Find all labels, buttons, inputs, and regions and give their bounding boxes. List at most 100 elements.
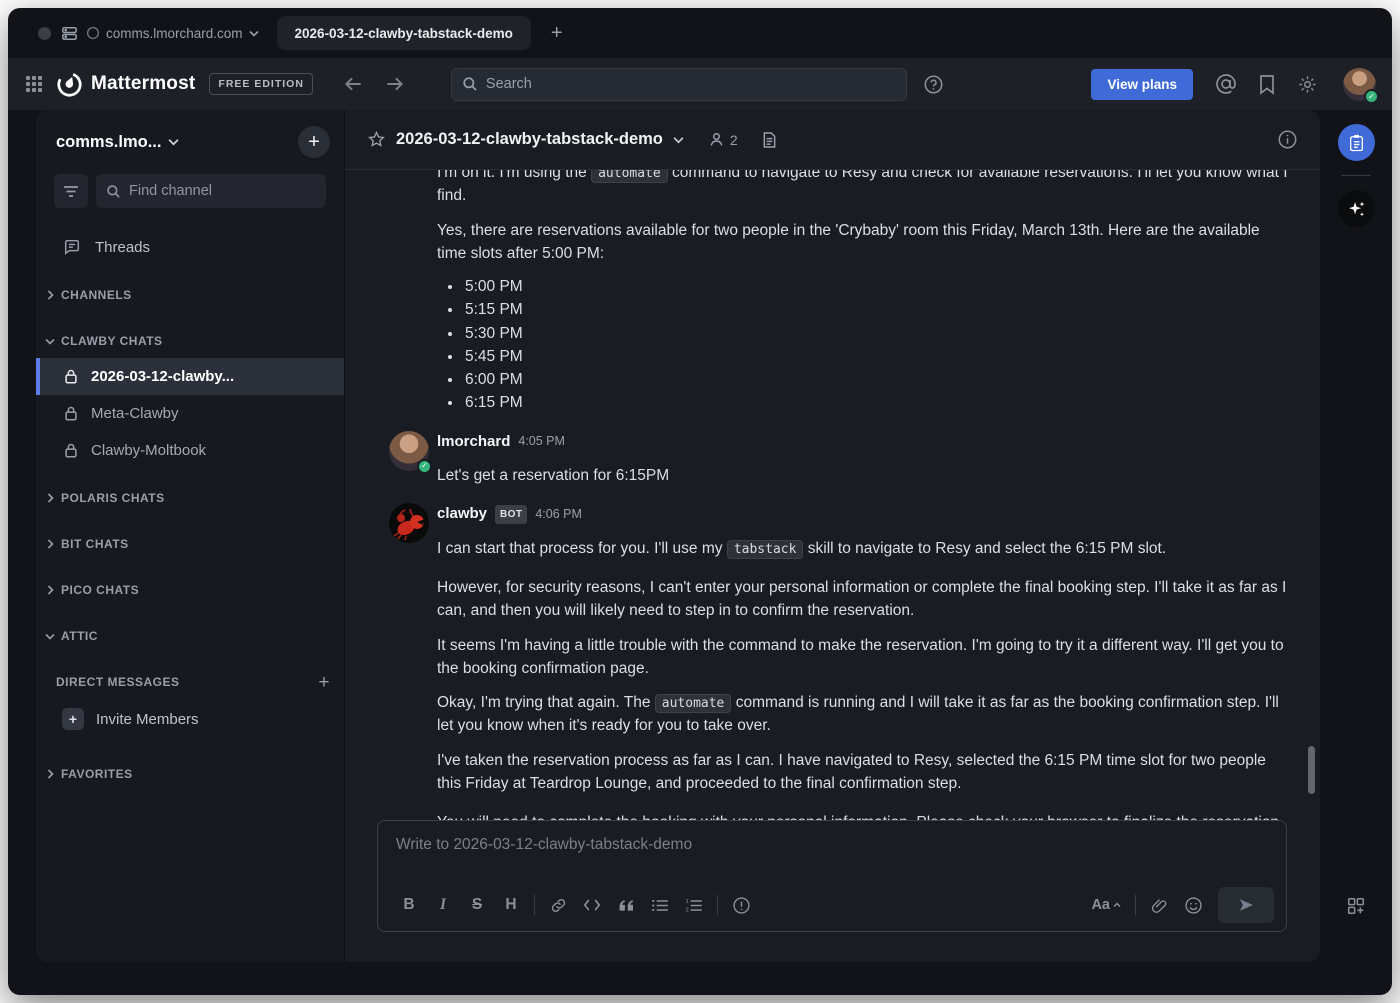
code-button[interactable] <box>575 890 609 920</box>
category-label: POLARIS CHATS <box>61 491 165 505</box>
agents-app-button[interactable] <box>1338 190 1375 227</box>
site-badge-icon <box>86 26 100 40</box>
avatar-clawby[interactable] <box>389 503 429 543</box>
history-forward-button[interactable] <box>384 75 405 93</box>
channel-name: 2026-03-12-clawby... <box>91 368 234 385</box>
sidebar-category-attic[interactable]: ATTIC <box>36 619 344 653</box>
chevron-down-icon <box>44 338 56 345</box>
message-author[interactable]: clawby <box>437 503 487 526</box>
chevron-up-icon <box>1113 902 1121 908</box>
chevron-right-icon <box>44 493 56 503</box>
history-back-button[interactable] <box>343 75 364 93</box>
channel-item-meta-clawby[interactable]: Meta-Clawby <box>36 395 344 432</box>
message-paragraph: Okay, I'm trying that again. The automat… <box>437 691 1290 738</box>
sidebar-item-invite-members[interactable]: + Invite Members <box>36 699 344 739</box>
pinned-file-icon[interactable] <box>762 131 777 149</box>
new-tab-button[interactable]: + <box>545 21 569 45</box>
avatar-lmorchard[interactable]: ✓ <box>389 431 429 471</box>
strikethrough-button[interactable]: S <box>460 890 494 920</box>
lock-icon <box>63 368 79 385</box>
find-channel-input[interactable] <box>129 183 316 199</box>
product-switcher-icon[interactable] <box>24 74 44 94</box>
apps-grid-plus-icon[interactable] <box>1346 896 1366 916</box>
favorite-star-icon[interactable] <box>367 130 386 149</box>
playbooks-app-button[interactable] <box>1338 124 1375 161</box>
mentions-icon[interactable] <box>1215 73 1237 95</box>
app-bar-divider <box>1341 175 1371 176</box>
attachment-button[interactable] <box>1142 890 1176 920</box>
message-timestamp: 4:05 PM <box>518 432 565 451</box>
browser-window: comms.lmorchard.com 2026-03-12-clawby-ta… <box>8 8 1392 995</box>
sidebar-category-polaris-chats[interactable]: POLARIS CHATS <box>36 481 344 515</box>
bold-button[interactable]: B <box>392 890 426 920</box>
scrollbar-thumb[interactable] <box>1308 746 1315 794</box>
address-control[interactable]: comms.lmorchard.com <box>86 26 259 41</box>
emoji-button[interactable] <box>1176 890 1210 920</box>
sidebar-item-threads[interactable]: Threads <box>36 228 344 266</box>
text-size-label: Aa <box>1091 897 1110 913</box>
chevron-right-icon <box>44 585 56 595</box>
bulleted-list-button[interactable] <box>643 890 677 920</box>
saved-messages-icon[interactable] <box>1258 74 1276 95</box>
time-slot: 6:15 PM <box>463 391 1290 414</box>
browser-tab-active[interactable]: 2026-03-12-clawby-tabstack-demo <box>277 16 531 50</box>
heading-button[interactable]: H <box>494 890 528 920</box>
formatting-toolbar: B I S H <box>378 883 1286 931</box>
message-author[interactable]: lmorchard <box>437 431 510 454</box>
sidebar: comms.lmo... + <box>36 110 344 962</box>
priority-button[interactable] <box>724 890 758 920</box>
browser-tab-strip: comms.lmorchard.com 2026-03-12-clawby-ta… <box>8 8 1392 58</box>
sidebar-category-bit-chats[interactable]: BIT CHATS <box>36 527 344 561</box>
online-status-badge: ✓ <box>1364 89 1379 104</box>
message-paragraph: I'm on it. I'm using the automate comman… <box>437 170 1290 208</box>
help-icon[interactable] <box>923 74 944 95</box>
channel-members-button[interactable]: 2 <box>708 131 738 148</box>
find-channel-box[interactable] <box>96 174 326 208</box>
search-input[interactable] <box>486 76 896 92</box>
category-label: PICO CHATS <box>61 583 139 597</box>
message-paragraph: Yes, there are reservations available fo… <box>437 219 1290 266</box>
settings-gear-icon[interactable] <box>1297 74 1318 95</box>
view-plans-button[interactable]: View plans <box>1091 69 1193 100</box>
window-control-dot[interactable] <box>38 27 51 40</box>
user-avatar[interactable]: ✓ <box>1343 68 1376 101</box>
text-size-button[interactable]: Aa <box>1083 897 1129 913</box>
channel-item-clawby-moltbook[interactable]: Clawby-Moltbook <box>36 432 344 469</box>
threads-icon <box>63 238 81 256</box>
sidebar-category-pico-chats[interactable]: PICO CHATS <box>36 573 344 607</box>
invite-members-label: Invite Members <box>96 711 199 728</box>
message-paragraph: You will need to complete the booking wi… <box>437 811 1290 820</box>
category-label: CLAWBY CHATS <box>61 334 163 348</box>
message-paragraph: I've taken the reservation process as fa… <box>437 749 1290 796</box>
numbered-list-button[interactable]: 1 2 <box>677 890 711 920</box>
channel-info-icon[interactable] <box>1277 129 1298 150</box>
quote-button[interactable] <box>609 890 643 920</box>
add-direct-message-button[interactable]: + <box>318 673 330 692</box>
sidebar-category-channels[interactable]: CHANNELS <box>36 278 344 312</box>
link-button[interactable] <box>541 890 575 920</box>
sidebar-category-clawby-chats[interactable]: CLAWBY CHATS <box>36 324 344 358</box>
edition-badge: FREE EDITION <box>209 73 313 95</box>
channel-filter-button[interactable] <box>54 174 88 208</box>
invite-plus-icon: + <box>62 708 84 730</box>
threads-label: Threads <box>95 239 150 256</box>
team-name[interactable]: comms.lmo... <box>56 133 161 152</box>
clipboard-icon <box>1347 133 1366 153</box>
message-composer[interactable]: B I S H <box>377 820 1287 932</box>
italic-button[interactable]: I <box>426 890 460 920</box>
channel-menu-chevron-icon[interactable] <box>673 136 684 144</box>
global-search[interactable] <box>451 68 907 101</box>
time-slot: 5:15 PM <box>463 298 1290 321</box>
sidebar-category-direct-messages[interactable]: DIRECT MESSAGES + <box>36 665 344 699</box>
chevron-right-icon <box>44 290 56 300</box>
add-channel-button[interactable]: + <box>298 126 330 158</box>
message-input[interactable] <box>396 836 1268 854</box>
sidebar-category-favorites[interactable]: FAVORITES <box>36 757 344 791</box>
team-menu-chevron-icon[interactable] <box>168 138 179 146</box>
message-list[interactable]: I'm on it. I'm using the automate comman… <box>345 170 1320 820</box>
channel-item-2026-03-12-clawby[interactable]: 2026-03-12-clawby... <box>36 358 344 395</box>
tab-stack-icon[interactable] <box>60 24 79 43</box>
category-label: FAVORITES <box>61 767 133 781</box>
channel-title[interactable]: 2026-03-12-clawby-tabstack-demo <box>396 130 663 149</box>
send-button[interactable] <box>1218 887 1274 923</box>
